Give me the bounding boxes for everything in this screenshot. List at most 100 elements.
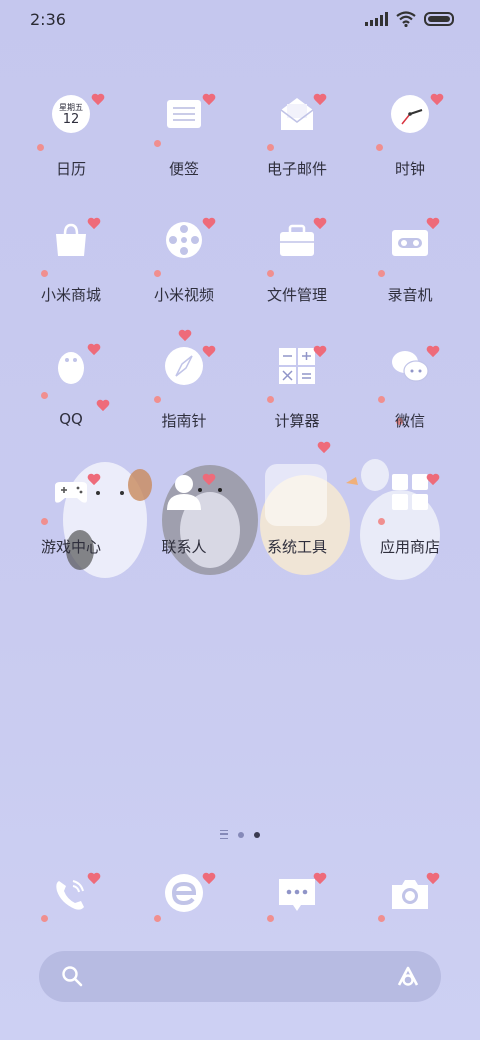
heart-decoration (313, 218, 327, 230)
clock-icon (390, 94, 430, 138)
app-label: 计算器 (274, 412, 320, 430)
heart-decoration (202, 218, 216, 230)
signal-icon (365, 12, 388, 26)
dot-decoration (154, 140, 161, 147)
app-email[interactable]: 电子邮件 (241, 80, 353, 190)
notes-icon (164, 94, 204, 138)
app-label: 电子邮件 (266, 160, 327, 178)
app-label: 时钟 (394, 160, 425, 178)
app-label: 录音机 (387, 286, 433, 304)
recorder-icon (390, 220, 430, 264)
calculator-icon (277, 346, 317, 390)
app-mi-store[interactable]: 小米商城 (15, 206, 127, 316)
status-bar: 2:36 (0, 0, 480, 40)
app-wechat[interactable]: 微信 (354, 332, 466, 442)
dock-camera[interactable] (354, 855, 466, 965)
app-file-manager[interactable]: 文件管理 (241, 206, 353, 316)
app-label: 文件管理 (266, 286, 327, 304)
heart-decoration (87, 218, 101, 230)
dot-decoration (267, 915, 274, 922)
app-label: 游戏中心 (40, 538, 101, 556)
app-label: 小米视频 (153, 286, 214, 304)
heart-decoration (202, 94, 216, 106)
app-label: 微信 (394, 412, 425, 430)
dot-decoration (267, 270, 274, 277)
app-system-tools[interactable]: 系统工具 (241, 458, 353, 568)
camera-icon (390, 875, 430, 919)
heart-decoration (430, 94, 444, 106)
shopping-bag-icon (51, 220, 91, 264)
search-bar[interactable] (39, 951, 441, 1002)
file-manager-icon (277, 220, 317, 264)
dock-phone[interactable] (15, 855, 127, 965)
heart-decoration (426, 474, 440, 486)
dot-decoration (37, 144, 44, 151)
page-menu-icon (220, 830, 228, 839)
heart-decoration (202, 346, 216, 358)
app-compass[interactable]: 指南针 (128, 332, 240, 442)
dot-decoration (376, 144, 383, 151)
app-label: 日历 (55, 160, 86, 178)
app-notes[interactable]: 便签 (128, 80, 240, 190)
contacts-icon (164, 472, 204, 516)
voice-assistant-icon[interactable] (395, 965, 421, 987)
app-label: 应用商店 (379, 538, 440, 556)
folder-icon (265, 464, 327, 526)
app-label: 系统工具 (266, 538, 327, 556)
compass-icon (164, 346, 204, 390)
app-clock[interactable]: 时钟 (354, 80, 466, 190)
dot-decoration (154, 396, 161, 403)
video-reel-icon (164, 220, 204, 264)
heart-decoration (313, 94, 327, 106)
dot-decoration (378, 518, 385, 525)
heart-decoration (317, 442, 331, 454)
gamepad-icon (51, 472, 91, 516)
dock (0, 855, 480, 945)
search-icon[interactable] (61, 965, 83, 987)
app-calculator[interactable]: 计算器 (241, 332, 353, 442)
heart-decoration (313, 873, 327, 885)
dot-decoration (378, 915, 385, 922)
app-app-store[interactable]: 应用商店 (354, 458, 466, 568)
heart-decoration (202, 873, 216, 885)
heart-decoration (426, 218, 440, 230)
app-label: QQ (59, 410, 83, 428)
dot-decoration (378, 270, 385, 277)
heart-decoration (426, 873, 440, 885)
page-dot-active (254, 831, 260, 838)
dot-decoration (267, 144, 274, 151)
heart-decoration (87, 474, 101, 486)
heart-decoration (87, 344, 101, 356)
dot-decoration (267, 396, 274, 403)
wechat-icon (390, 346, 430, 390)
dock-browser[interactable] (128, 855, 240, 965)
app-label: 联系人 (161, 538, 207, 556)
calendar-day: 12 (62, 112, 80, 127)
app-mi-video[interactable]: 小米视频 (128, 206, 240, 316)
battery-icon (424, 12, 454, 26)
heart-decoration (313, 346, 327, 358)
dot-decoration (41, 270, 48, 277)
page-dot (238, 831, 244, 838)
app-contacts[interactable]: 联系人 (128, 458, 240, 568)
heart-decoration (91, 94, 105, 106)
phone-icon (51, 875, 91, 919)
app-game-center[interactable]: 游戏中心 (15, 458, 127, 568)
dot-decoration (41, 392, 48, 399)
app-calendar[interactable]: 星期五 12 日历 (15, 80, 127, 190)
dock-messages[interactable] (241, 855, 353, 965)
dot-decoration (378, 396, 385, 403)
dot-decoration (154, 270, 161, 277)
status-time: 2:36 (30, 10, 66, 29)
dot-decoration (41, 518, 48, 525)
app-qq[interactable]: QQ (15, 332, 127, 442)
qq-penguin-icon (51, 346, 91, 390)
heart-decoration (202, 474, 216, 486)
heart-decoration (178, 330, 192, 342)
dot-decoration (154, 915, 161, 922)
app-recorder[interactable]: 录音机 (354, 206, 466, 316)
page-indicator[interactable] (0, 830, 480, 839)
dot-decoration (41, 915, 48, 922)
messages-icon (277, 875, 317, 919)
app-label: 指南针 (161, 412, 207, 430)
